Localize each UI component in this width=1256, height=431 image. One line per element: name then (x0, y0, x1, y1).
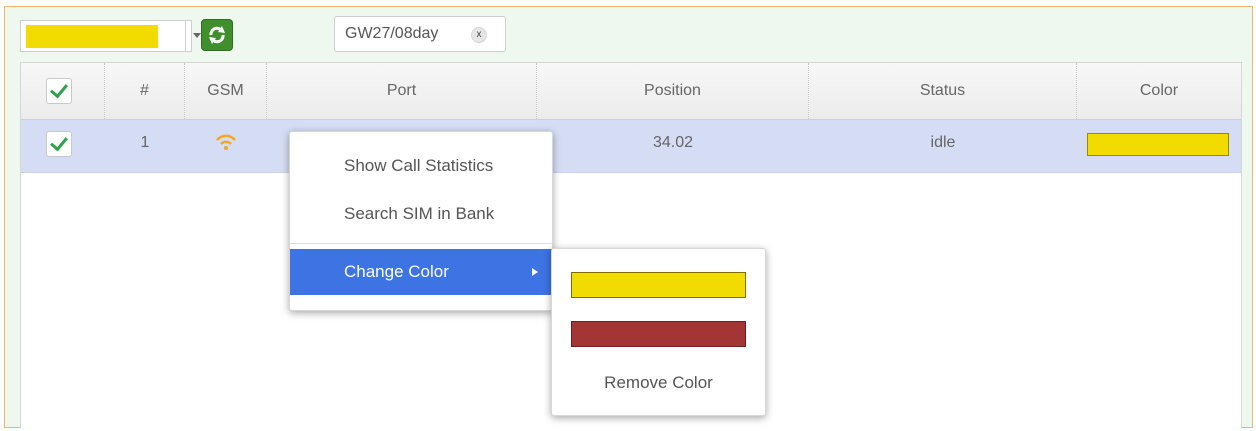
grid-header: # GSM Port Position Status Color (21, 63, 1241, 120)
column-header-status[interactable]: Status (809, 63, 1077, 119)
select-all-checkbox[interactable] (46, 78, 72, 104)
status-cell: idle (930, 134, 956, 151)
column-header-port[interactable]: Port (267, 63, 537, 119)
selected-color-swatch (26, 25, 158, 48)
filter-chip: GW27/08day x (334, 16, 506, 52)
row-checkbox[interactable] (46, 131, 72, 157)
column-header-position[interactable]: Position (537, 63, 809, 119)
refresh-button[interactable] (201, 19, 233, 51)
position-cell: 34.02 (652, 134, 694, 151)
table-row[interactable]: 1 34.02 idle (21, 120, 1241, 173)
refresh-icon (209, 26, 225, 44)
color-filter-select[interactable] (20, 20, 201, 52)
gsm-cell (185, 120, 267, 172)
wifi-signal-icon (216, 134, 236, 150)
remove-color-option[interactable]: Remove Color (552, 368, 765, 398)
menu-item-search-sim-in-bank[interactable]: Search SIM in Bank (290, 191, 552, 237)
menu-item-change-color[interactable]: Change Color (290, 249, 552, 295)
color-option-red[interactable] (571, 321, 746, 347)
menu-item-show-call-statistics[interactable]: Show Call Statistics (290, 143, 552, 189)
checkmark-icon (50, 132, 68, 152)
color-option-yellow[interactable] (571, 272, 746, 298)
row-number: 1 (140, 134, 150, 151)
color-submenu: Remove Color (551, 248, 766, 416)
chevron-right-icon (532, 268, 538, 276)
chevron-down-icon (193, 33, 201, 38)
column-header-number[interactable]: # (105, 63, 185, 119)
menu-divider (290, 243, 552, 244)
checkmark-icon (50, 79, 68, 99)
column-header-color[interactable]: Color (1077, 63, 1241, 119)
select-all-column (21, 63, 105, 119)
context-menu: Show Call Statistics Search SIM in Bank … (289, 131, 553, 311)
remove-filter-button[interactable]: x (471, 27, 487, 43)
column-header-gsm[interactable]: GSM (185, 63, 267, 119)
filter-chip-label: GW27/08day (345, 25, 439, 42)
menu-item-label: Change Color (344, 262, 449, 281)
row-color-bar (1087, 133, 1229, 156)
